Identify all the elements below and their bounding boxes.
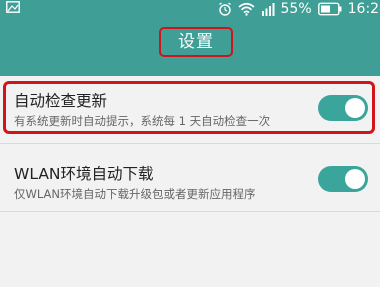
setting-title: WLAN环境自动下载 xyxy=(14,165,154,183)
clock: 16:24 xyxy=(347,1,380,17)
divider xyxy=(0,143,380,144)
battery-icon xyxy=(317,2,342,16)
row-highlight-box xyxy=(3,81,375,134)
image-icon xyxy=(6,1,20,13)
setting-row-wlan-auto-download[interactable]: WLAN环境自动下载 仅WLAN环境自动下载升级包或者更新应用程序 xyxy=(0,148,380,208)
wifi-icon xyxy=(237,2,255,16)
title-highlight-box xyxy=(159,27,233,57)
divider xyxy=(0,211,380,212)
battery-percent: 55% xyxy=(280,1,312,17)
setting-subtitle: 仅WLAN环境自动下载升级包或者更新应用程序 xyxy=(14,187,256,201)
settings-screen: 55% 16:24 设置 自动检查更新 有系统更新时自动提示，系统每 1 天自动… xyxy=(0,0,380,287)
wlan-auto-download-toggle[interactable] xyxy=(318,166,368,192)
signal-icon xyxy=(261,3,275,16)
header-bar: 55% 16:24 设置 xyxy=(0,0,380,76)
alarm-icon xyxy=(218,2,231,16)
toggle-knob xyxy=(345,169,365,189)
status-bar: 55% 16:24 xyxy=(0,0,380,18)
